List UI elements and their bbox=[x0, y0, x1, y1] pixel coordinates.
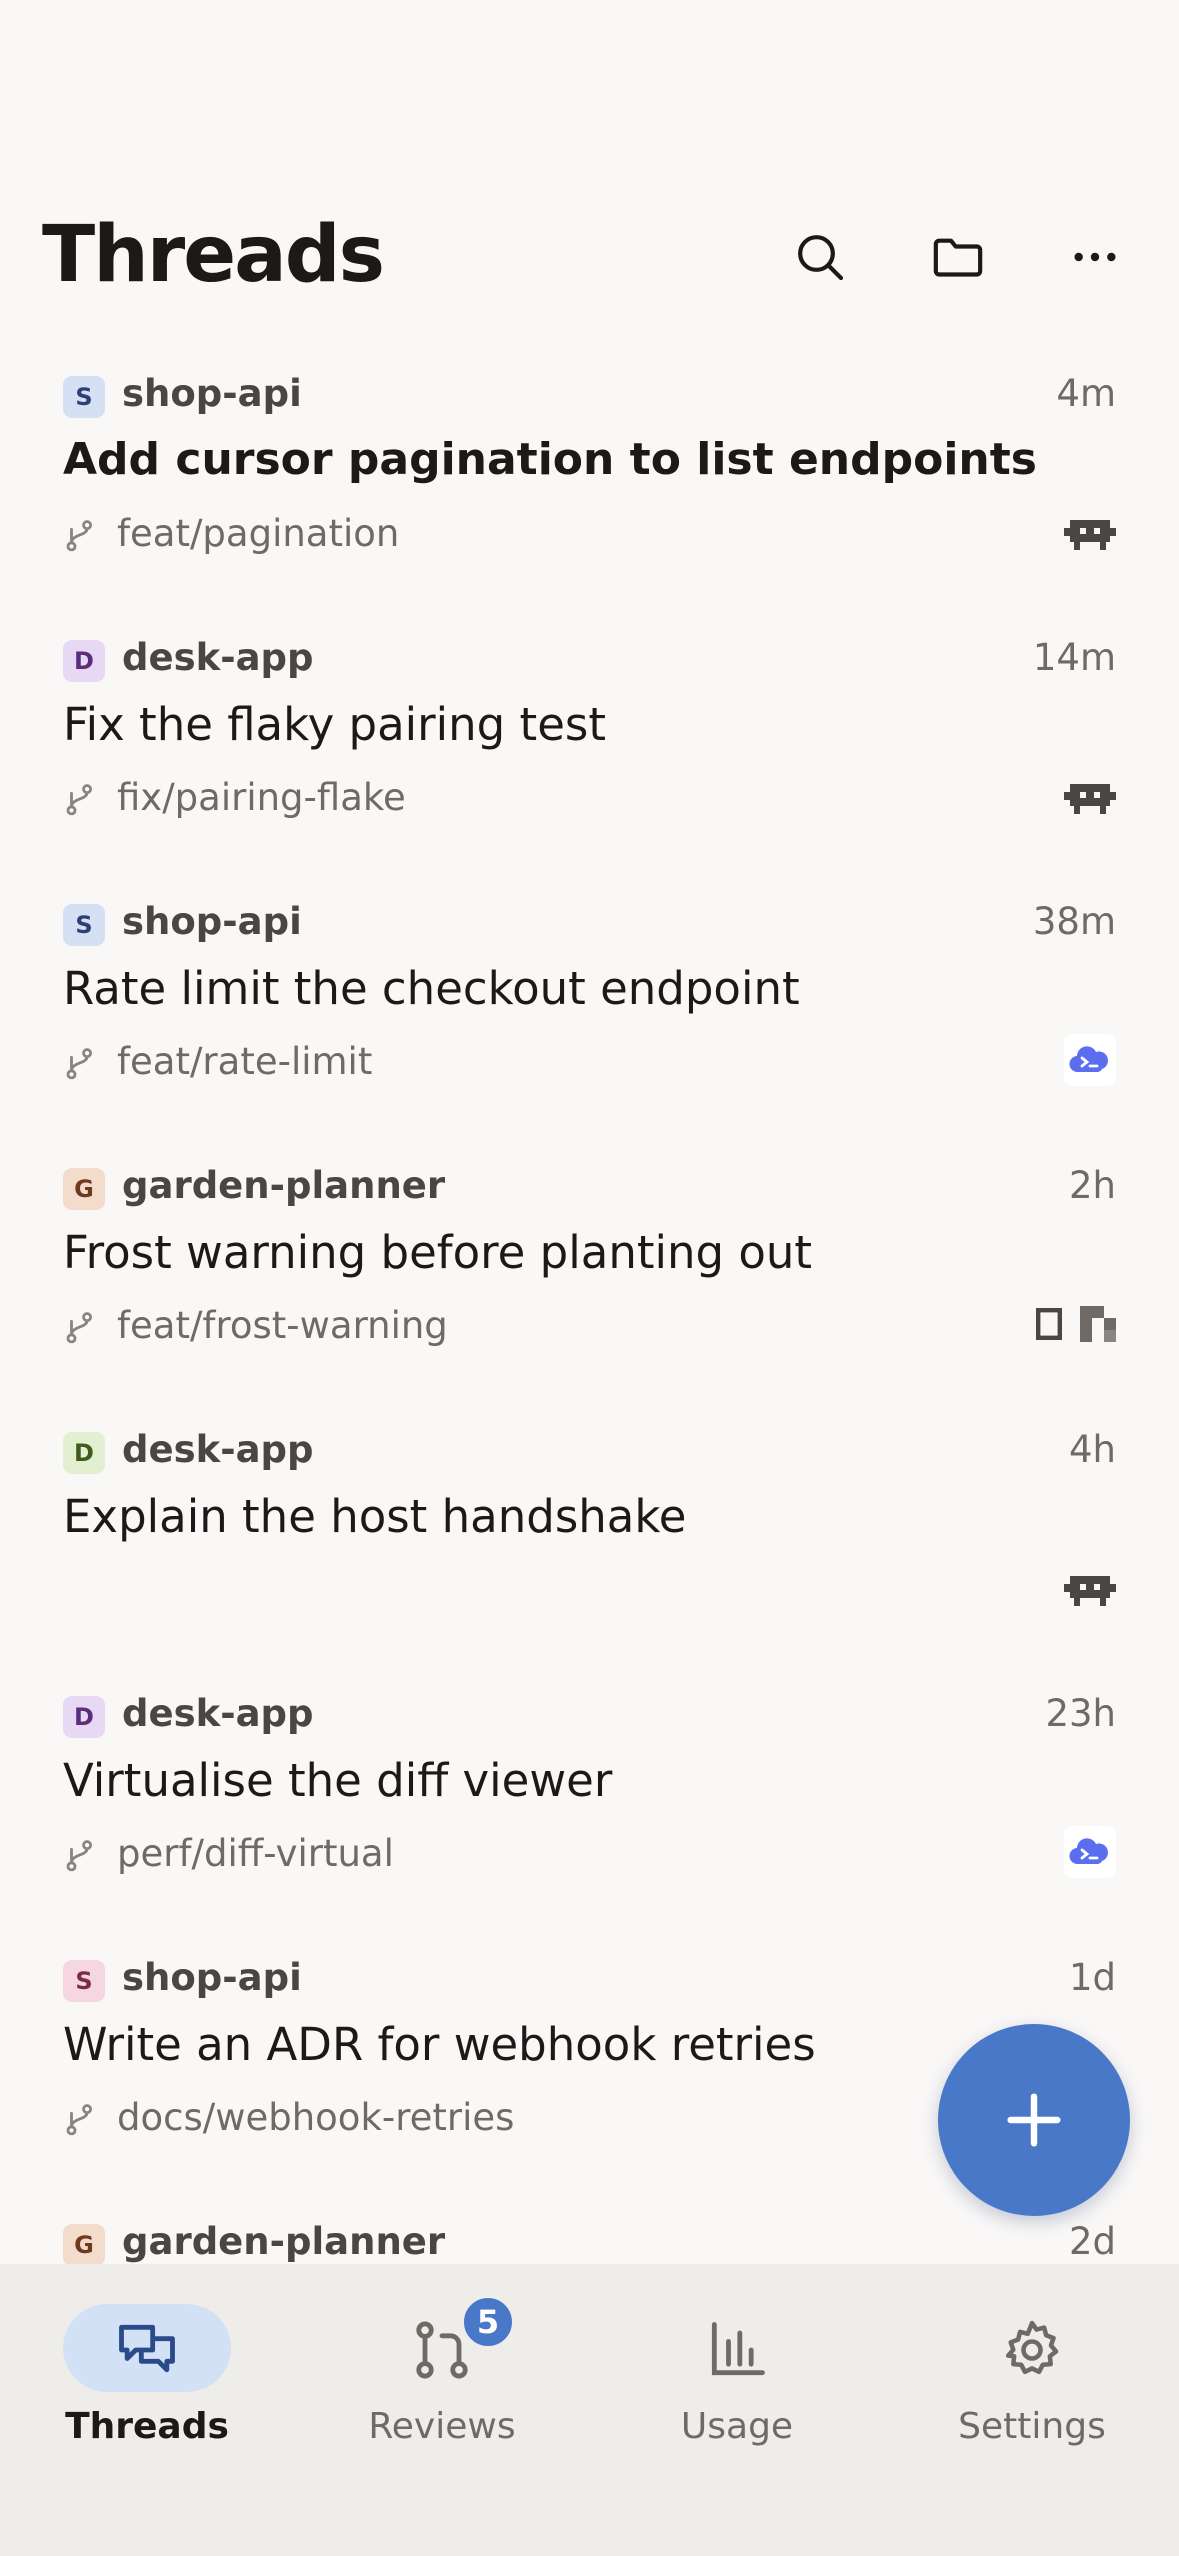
thread-row[interactable]: Ggarden-planner 2h Frost warning before pl… bbox=[0, 1156, 1179, 1420]
robot-agent-icon bbox=[1064, 1570, 1116, 1610]
robot-agent-icon bbox=[1064, 778, 1116, 818]
thread-row[interactable]: Ddesk-app 4h Explain the host handshake bbox=[0, 1420, 1179, 1684]
repo-name: garden-planner bbox=[122, 1164, 446, 1207]
agent-icons bbox=[1064, 776, 1116, 820]
thread-title: Virtualise the diff viewer bbox=[63, 1754, 613, 1807]
thread-time: 4m bbox=[1056, 372, 1116, 415]
cloud-agent-icon bbox=[1064, 1826, 1116, 1882]
thread-time: 2h bbox=[1069, 1164, 1116, 1207]
tab-label: Threads bbox=[65, 2406, 229, 2447]
thread-title: Write an ADR for webhook retries bbox=[63, 2018, 816, 2071]
thread-row[interactable]: Ddesk-app 14m Fix the flaky pairing test fi… bbox=[0, 628, 1179, 892]
thread-title: Add cursor pagination to list endpoints bbox=[63, 434, 1037, 485]
thread-row[interactable]: Ggarden-planner 2d bbox=[0, 2212, 1179, 2264]
agent-icons bbox=[1064, 512, 1116, 556]
gear-icon bbox=[1005, 2320, 1059, 2375]
agent-icons bbox=[1064, 1568, 1116, 1612]
branch-name: docs/webhook-retries bbox=[117, 2096, 515, 2139]
tab-usage[interactable]: Usage bbox=[617, 2284, 857, 2447]
bottom-tab-bar: Threads 5 Reviews Usage Settings bbox=[0, 2264, 1179, 2556]
more-icon bbox=[1074, 252, 1116, 262]
repo-badge: D bbox=[63, 1432, 105, 1474]
thread-time: 23h bbox=[1045, 1692, 1116, 1735]
pixel-agent-icon bbox=[1080, 1306, 1116, 1346]
repo-badge: S bbox=[63, 1960, 105, 2002]
page-title: Threads bbox=[42, 210, 385, 300]
git-branch-icon bbox=[66, 1312, 93, 1344]
repo-badge: D bbox=[63, 640, 105, 682]
tab-label: Settings bbox=[958, 2406, 1106, 2447]
search-button[interactable] bbox=[785, 222, 855, 292]
agent-icons bbox=[1064, 1826, 1116, 1878]
cloud-agent-icon bbox=[1064, 1034, 1116, 1090]
robot-agent-icon bbox=[1064, 514, 1116, 554]
thread-row[interactable]: Sshop-api 38m Rate limit the checkout endp… bbox=[0, 892, 1179, 1156]
repo-name: shop-api bbox=[122, 1956, 302, 1999]
repo-name: desk-app bbox=[122, 1428, 314, 1471]
thread-title: Rate limit the checkout endpoint bbox=[63, 962, 800, 1015]
git-branch-icon bbox=[66, 520, 93, 552]
reviews-count-badge: 5 bbox=[460, 2294, 516, 2350]
repo-badge: D bbox=[63, 1696, 105, 1738]
repo-badge: G bbox=[63, 2224, 105, 2264]
branch-name: feat/rate-limit bbox=[117, 1040, 373, 1083]
thread-row[interactable]: Sshop-api 4m Add cursor pagination to list… bbox=[0, 364, 1179, 628]
thread-time: 14m bbox=[1032, 636, 1116, 679]
more-button[interactable] bbox=[1060, 222, 1130, 292]
git-branch-icon bbox=[66, 784, 93, 816]
repo-name: garden-planner bbox=[122, 2220, 446, 2263]
thread-title: Explain the host handshake bbox=[63, 1490, 687, 1543]
new-thread-button[interactable] bbox=[938, 2024, 1130, 2216]
tab-reviews[interactable]: 5 Reviews bbox=[322, 2284, 562, 2447]
agent-icons bbox=[1035, 1304, 1116, 1348]
branch-name: perf/diff-virtual bbox=[117, 1832, 394, 1875]
chat-bubbles-icon bbox=[119, 2324, 175, 2373]
square-agent-icon bbox=[1035, 1307, 1063, 1344]
bar-chart-icon bbox=[711, 2322, 765, 2376]
thread-row[interactable]: Ddesk-app 23h Virtualise the diff viewer pe… bbox=[0, 1684, 1179, 1948]
plus-icon bbox=[1007, 2093, 1061, 2147]
repo-name: desk-app bbox=[122, 636, 314, 679]
tab-label: Usage bbox=[680, 2406, 794, 2447]
projects-button[interactable] bbox=[923, 222, 993, 292]
branch-name: feat/frost-warning bbox=[117, 1304, 448, 1347]
tab-threads[interactable]: Threads bbox=[27, 2284, 267, 2447]
git-branch-icon bbox=[66, 2104, 93, 2136]
branch-name: feat/pagination bbox=[117, 512, 400, 555]
thread-time: 1d bbox=[1068, 1956, 1116, 1999]
thread-title: Fix the flaky pairing test bbox=[63, 698, 606, 751]
repo-badge: G bbox=[63, 1168, 105, 1210]
branch-name: fix/pairing-flake bbox=[117, 776, 406, 819]
folder-icon bbox=[933, 238, 983, 277]
repo-name: shop-api bbox=[122, 372, 302, 415]
repo-badge: S bbox=[63, 904, 105, 946]
git-branch-icon bbox=[66, 1840, 93, 1872]
search-icon bbox=[798, 235, 844, 281]
app-header: Threads bbox=[0, 200, 1179, 310]
thread-time: 4h bbox=[1069, 1428, 1116, 1471]
repo-name: desk-app bbox=[122, 1692, 314, 1735]
git-branch-icon bbox=[66, 1048, 93, 1080]
repo-name: shop-api bbox=[122, 900, 302, 943]
tab-settings[interactable]: Settings bbox=[912, 2284, 1152, 2447]
thread-time: 38m bbox=[1032, 900, 1116, 943]
tab-label: Reviews bbox=[368, 2406, 516, 2447]
thread-list[interactable]: Sshop-api 4m Add cursor pagination to list… bbox=[0, 364, 1179, 2264]
agent-icons bbox=[1064, 1034, 1116, 1086]
repo-badge: S bbox=[63, 376, 105, 418]
thread-title: Frost warning before planting out bbox=[63, 1226, 813, 1279]
thread-time: 2d bbox=[1068, 2220, 1116, 2263]
